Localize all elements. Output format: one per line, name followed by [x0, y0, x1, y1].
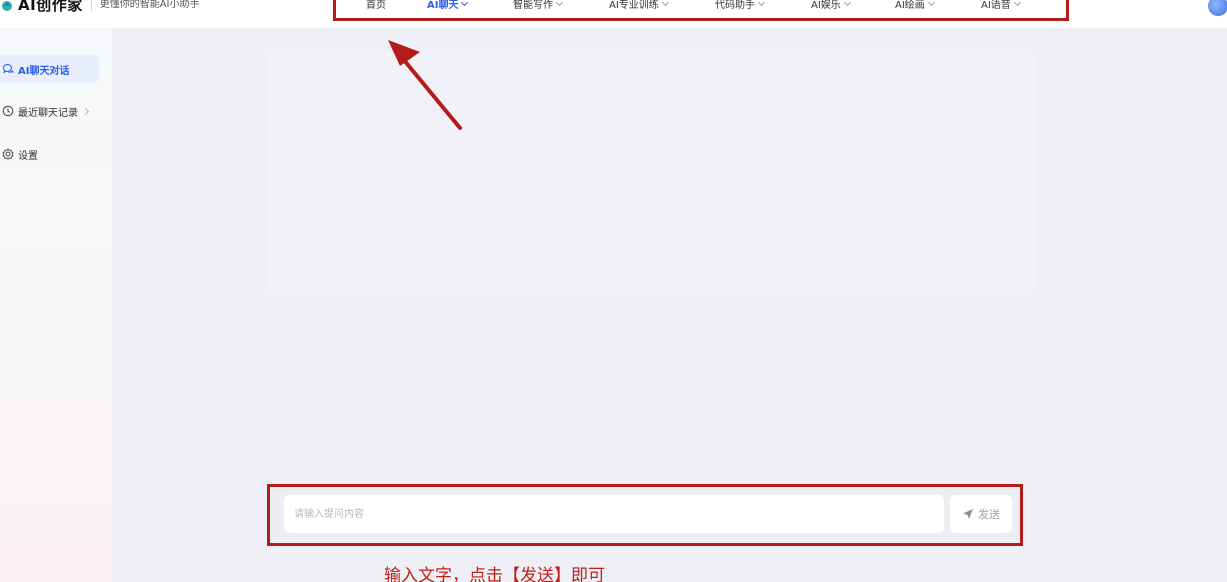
chevron-down-icon: [1013, 0, 1021, 7]
nav-item-code-assistant[interactable]: 代码助手: [715, 0, 766, 12]
send-button[interactable]: 发送: [950, 495, 1012, 533]
sidebar-item-label: 最近聊天记录: [18, 107, 78, 119]
sidebar-item-recent-chats[interactable]: 最近聊天记录: [0, 97, 99, 125]
clock-icon: [2, 105, 14, 117]
sidebar-item-label: AI聊天对话: [18, 65, 70, 77]
app-slogan: 更懂你的智能AI小助手: [99, 0, 200, 10]
send-button-label: 发送: [978, 508, 1000, 521]
nav-item-ai-chat[interactable]: AI聊天: [427, 0, 469, 12]
chevron-down-icon: [461, 0, 469, 7]
chat-bubble-icon: [2, 63, 14, 74]
gear-icon: [2, 148, 14, 160]
nav-item-label: AI聊天: [427, 0, 459, 11]
user-avatar[interactable]: [1208, 0, 1227, 16]
nav-item-ai-voice[interactable]: AI语音: [981, 0, 1021, 12]
instruction-caption: 输入文字，点击【发送】即可: [384, 566, 605, 582]
sidebar-item-label: 设置: [18, 150, 38, 162]
chevron-down-icon: [757, 0, 766, 7]
chevron-down-icon: [927, 0, 935, 7]
message-composer: 发送: [267, 484, 1023, 546]
sidebar-item-settings[interactable]: 设置: [0, 140, 99, 168]
nav-item-ai-training[interactable]: AI专业训练: [609, 0, 669, 12]
nav-item-label: AI娱乐: [811, 0, 841, 11]
sidebar: AI聊天对话 最近聊天记录 设置: [0, 28, 112, 582]
top-header: AI创作家 更懂你的智能AI小助手 首页 AI聊天 智能写作 AI专业训练 代码…: [0, 0, 1227, 28]
nav-item-label: 智能写作: [513, 0, 553, 11]
logo-mark-icon: [2, 1, 12, 11]
chevron-down-icon: [661, 0, 669, 7]
main-nav: 首页 AI聊天 智能写作 AI专业训练 代码助手 AI娱乐 AI绘画 AI语音: [333, 0, 1069, 21]
nav-item-home[interactable]: 首页: [366, 0, 386, 12]
app-title: AI创作家: [18, 0, 83, 14]
nav-item-label: 代码助手: [715, 0, 755, 11]
nav-item-label: AI绘画: [895, 0, 925, 11]
nav-item-label: 首页: [366, 0, 386, 11]
sidebar-item-ai-chat[interactable]: AI聊天对话: [0, 55, 99, 83]
chat-message-area: [267, 52, 1036, 292]
chevron-right-icon: [81, 107, 90, 115]
chevron-down-icon: [843, 0, 851, 7]
nav-item-ai-painting[interactable]: AI绘画: [895, 0, 935, 12]
message-input[interactable]: [284, 495, 944, 533]
nav-item-smart-writing[interactable]: 智能写作: [513, 0, 564, 12]
nav-item-label: AI语音: [981, 0, 1011, 11]
logo-divider: [90, 0, 92, 11]
send-icon: [963, 509, 973, 519]
chevron-down-icon: [555, 0, 564, 7]
nav-item-label: AI专业训练: [609, 0, 659, 11]
nav-item-ai-entertainment[interactable]: AI娱乐: [811, 0, 851, 12]
logo[interactable]: AI创作家 更懂你的智能AI小助手: [0, 0, 200, 16]
